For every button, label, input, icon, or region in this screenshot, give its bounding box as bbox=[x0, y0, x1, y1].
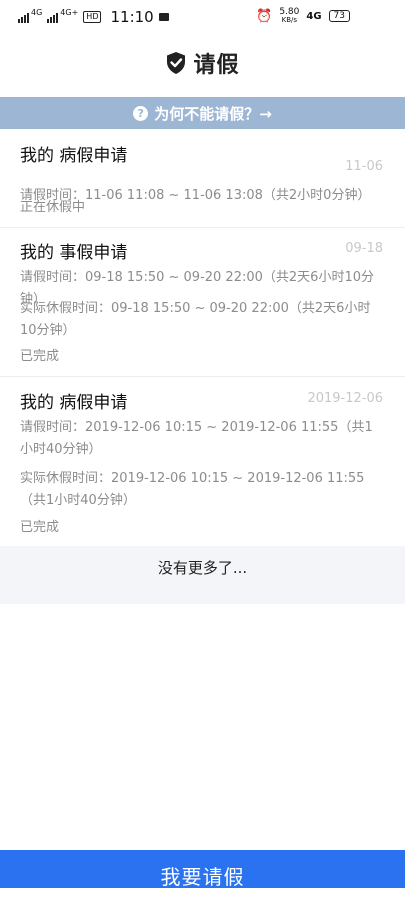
record-status: 正在休假中 bbox=[20, 200, 86, 215]
record-status: 已完成 bbox=[20, 520, 60, 535]
leave-record[interactable]: 我的 事假申请 09-18 请假时间：09-18 15:50 ~ 09-20 2… bbox=[0, 227, 405, 377]
leave-record[interactable]: 我的 病假申请 2019-12-06 请假时间：2019-12-06 10:15… bbox=[0, 376, 405, 546]
record-title: 我的 事假申请 bbox=[20, 243, 128, 263]
record-title: 我的 病假申请 bbox=[20, 393, 128, 413]
signal-icon-2 bbox=[47, 11, 59, 23]
record-date: 2019-12-06 bbox=[307, 391, 383, 406]
network-speed-unit: KB/s bbox=[281, 16, 298, 24]
status-time: 11:10 bbox=[110, 8, 154, 26]
network-type-1: 4G bbox=[31, 7, 43, 17]
battery-icon: 73 bbox=[328, 10, 350, 22]
network-type-2: 4G+ bbox=[60, 7, 79, 17]
record-status: 已完成 bbox=[20, 349, 60, 364]
why-cannot-leave-text: 为何不能请假？→ bbox=[154, 104, 272, 123]
record-date: 11-06 bbox=[345, 159, 383, 174]
alarm-icon: ⏰ bbox=[256, 8, 273, 24]
no-more-indicator: 没有更多了... bbox=[0, 546, 405, 604]
signal-icon bbox=[18, 11, 29, 23]
record-title: 我的 病假申请 bbox=[20, 146, 128, 166]
record-actual-time: 实际休假时间：09-18 15:50 ~ 09-20 22:00（共2天6小时1… bbox=[20, 301, 371, 338]
question-icon: ? bbox=[133, 105, 149, 121]
battery-level: 73 bbox=[333, 11, 345, 21]
network-speed: 5.80 KB/s bbox=[279, 7, 300, 25]
record-actual-time: 实际休假时间：2019-12-06 10:15 ~ 2019-12-06 11:… bbox=[20, 471, 365, 508]
record-date: 09-18 bbox=[345, 241, 383, 256]
network-speed-value: 5.80 bbox=[279, 7, 300, 17]
status-bar: 4G 4G+ HD 11:10 ⏰ 5.80 KB/s 4G 73 bbox=[0, 0, 405, 32]
page-header: 请假 bbox=[0, 32, 405, 94]
record-leave-time: 请假时间：2019-12-06 10:15 ~ 2019-12-06 11:55… bbox=[20, 420, 373, 457]
network-type-3: 4G bbox=[306, 10, 322, 22]
apply-leave-button[interactable]: 我要请假 bbox=[0, 850, 405, 889]
leave-record[interactable]: 我的 病假申请 11-06 请假时间：11-06 11:08 ~ 11-06 1… bbox=[0, 129, 405, 228]
page-title: 请假 bbox=[193, 53, 240, 78]
hd-icon: HD bbox=[83, 11, 102, 23]
camera-icon bbox=[158, 13, 169, 21]
shield-check-icon bbox=[167, 52, 186, 74]
why-cannot-leave-link[interactable]: ? 为何不能请假？→ bbox=[0, 97, 405, 129]
